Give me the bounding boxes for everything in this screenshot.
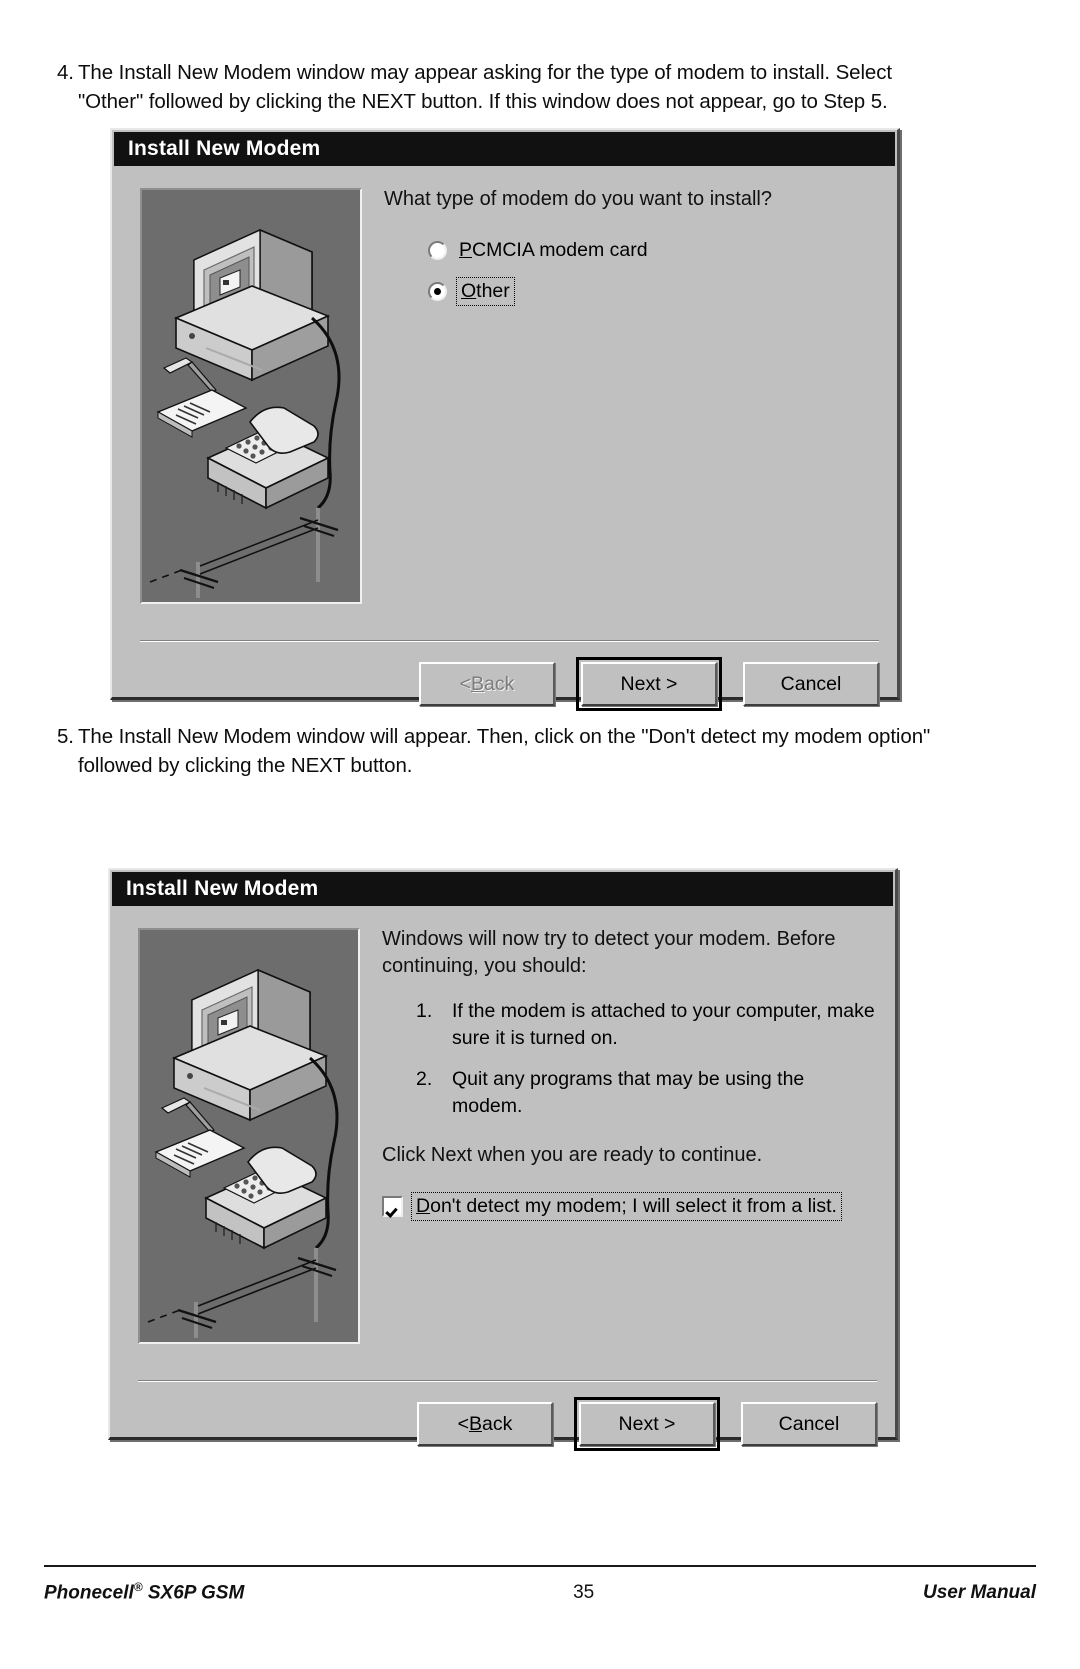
radio-other-label-rest: ther [476,280,510,302]
dialog-1-prompt: What type of modem do you want to instal… [384,188,772,210]
back-button-accel: B [471,672,485,695]
registered-mark-icon: ® [133,1580,143,1594]
dialog-2-content: Windows will now try to detect your mode… [382,926,879,1221]
cancel-button[interactable]: Cancel [743,662,879,706]
list-item-text: If the modem is attached to your compute… [452,1000,875,1049]
footer-left: Phonecell® SX6P GSM [44,1580,244,1604]
list-item-text: Quit any programs that may be using the … [452,1068,805,1117]
next-button[interactable]: Next > [576,657,722,711]
install-new-modem-dialog-1[interactable]: Install New Modem What type of modem do … [110,128,900,711]
step-4-text: The Install New Modem window may appear … [78,61,892,113]
dont-detect-modem-label: Don't detect my modem; I will select it … [411,1192,842,1221]
dialog-2-button-bar: < Back Next > Cancel [417,1397,877,1451]
radio-other-label: Other [456,277,515,306]
list-item: 1. If the modem is attached to your comp… [416,998,879,1052]
list-item-marker: 2. [416,1068,433,1090]
modem-illustration-2 [138,928,360,1344]
accel-o: O [461,280,477,302]
footer-product-model: SX6P GSM [142,1582,245,1604]
radio-option-other[interactable]: Other [428,277,881,306]
radio-pcmcia-label-rest: CMCIA modem card [472,239,648,261]
dialog-2-body: Windows will now try to detect your mode… [110,906,895,1451]
page-footer: Phonecell® SX6P GSM 35 User Manual [44,1580,1036,1604]
list-item: 2. Quit any programs that may be using t… [416,1066,879,1120]
next-button-label: Next > [620,672,678,695]
step-4: 4. The Install New Modem window may appe… [40,58,920,116]
cancel-button-label: Cancel [780,672,842,695]
dialog-1-content: What type of modem do you want to instal… [384,186,881,321]
dialog-1-titlebar: Install New Modem [114,132,895,166]
back-button[interactable]: < Back [417,1402,553,1446]
list-item-marker: 1. [416,1000,433,1022]
step-5-text: The Install New Modem window will appear… [78,725,931,777]
dont-detect-modem-checkbox[interactable] [382,1196,403,1217]
dialog-2-titlebar: Install New Modem [112,872,893,906]
footer-right: User Manual [923,1582,1036,1604]
dialog-2-title: Install New Modem [126,877,319,900]
dialog-2-closing-text: Click Next when you are ready to continu… [382,1144,763,1166]
step-5-number: 5. [57,725,74,748]
accel-d: D [416,1195,431,1217]
cancel-button-label: Cancel [778,1412,840,1435]
isometric-computer-illustration [142,190,356,598]
radio-option-pcmcia[interactable]: PCMCIA modem card [428,239,881,262]
dialog-2-separator [138,1380,877,1382]
dialog-1-body: What type of modem do you want to instal… [112,166,897,711]
dialog-1-title: Install New Modem [128,137,321,160]
back-button-accel: B [469,1412,483,1435]
footer-product-name: Phonecell [44,1582,134,1604]
dialog-1-button-bar: < Back Next > Cancel [419,657,879,711]
dont-detect-modem-checkbox-row[interactable]: Don't detect my modem; I will select it … [382,1192,879,1221]
cancel-button[interactable]: Cancel [741,1402,877,1446]
next-button-label: Next > [618,1412,676,1435]
back-button-rest: ack [484,672,515,695]
manual-page: 4. The Install New Modem window may appe… [0,0,1080,1669]
footer-rule [44,1565,1036,1567]
back-button-rest: ack [482,1412,513,1435]
modem-illustration [140,188,362,604]
radio-pcmcia-icon[interactable] [428,241,447,260]
dialog-2-instruction-list: 1. If the modem is attached to your comp… [382,998,879,1120]
step-5: 5. The Install New Modem window will app… [40,722,950,780]
dont-detect-modem-label-rest: on't detect my modem; I will select it f… [430,1195,837,1217]
accel-p: P [459,239,473,261]
back-button[interactable]: < Back [419,662,555,706]
footer-page-number: 35 [573,1582,595,1604]
dialog-2-prompt: Windows will now try to detect your mode… [382,928,836,977]
back-button-prefix: < [459,672,471,695]
isometric-computer-illustration-2 [140,930,354,1338]
install-new-modem-dialog-2[interactable]: Install New Modem Windows will now try t… [108,868,898,1451]
dialog-1-separator [140,640,879,642]
next-button[interactable]: Next > [574,1397,720,1451]
radio-other-icon[interactable] [428,282,447,301]
back-button-prefix: < [457,1412,469,1435]
radio-pcmcia-label: PCMCIA modem card [459,239,648,262]
step-4-number: 4. [57,61,74,84]
